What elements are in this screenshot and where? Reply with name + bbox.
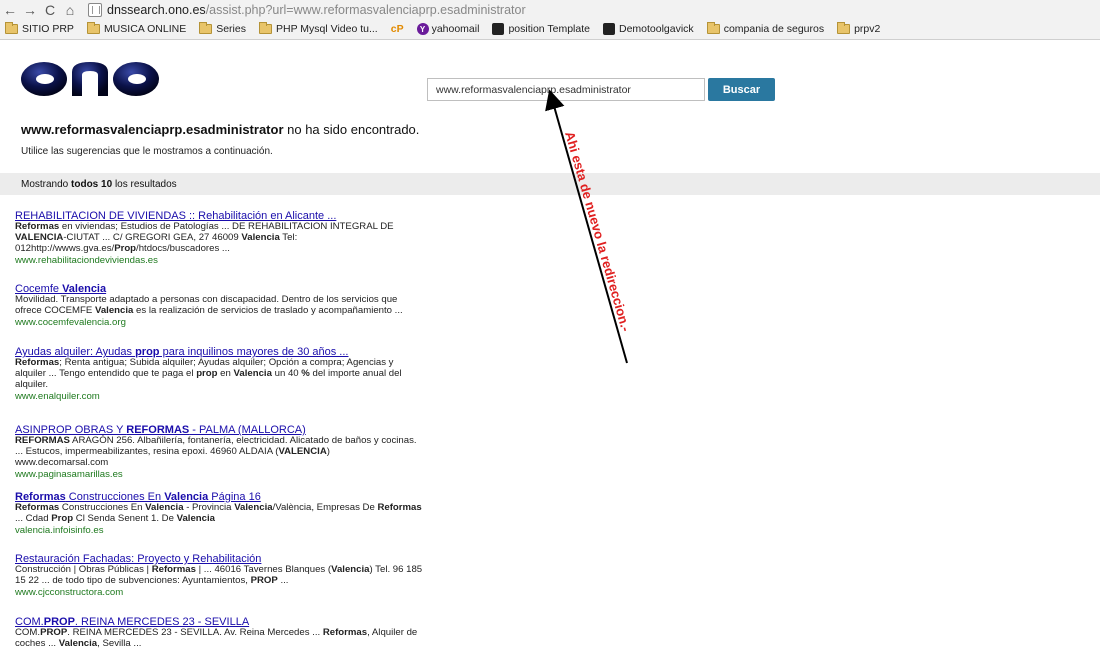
result-url: www.cjcconstructora.com — [15, 586, 124, 598]
result-snippet: Reformas Construcciones En Valencia - Pr… — [15, 502, 422, 524]
browser-toolbar: ← → C ⌂ dnssearch.ono.es/assist.php?url=… — [0, 0, 1100, 19]
bookmark-item[interactable]: compania de seguros — [706, 22, 825, 35]
back-arrow-icon[interactable]: ← — [0, 0, 20, 19]
folder-icon — [86, 22, 100, 34]
folder-icon — [5, 22, 18, 34]
reload-icon[interactable]: C — [40, 0, 60, 19]
bookmark-label: cP — [390, 23, 404, 35]
result-snippet: REFORMAS ARAGÓN 256. Albañilería, fontan… — [15, 435, 417, 468]
result-item: COM.PROP. REINA MERCEDES 23 - SEVILLA COM… — [15, 616, 425, 650]
bookmark-item[interactable]: cP — [391, 23, 404, 35]
result-item: Reformas Construcciones En Valencia Pági… — [15, 491, 425, 536]
annotation-text: Ahi esta de nuevo la redireccion.- — [562, 130, 634, 333]
folder-icon — [706, 22, 720, 34]
result-url: valencia.infoisinfo.es — [15, 524, 104, 536]
folder-icon — [837, 22, 851, 34]
result-snippet: Movilidad. Transporte adaptado a persona… — [15, 294, 403, 316]
bookmark-label: MUSICA ONLINE — [103, 23, 187, 35]
bookmark-item[interactable]: Yyahoomail — [416, 23, 480, 35]
folder-icon — [258, 22, 272, 34]
result-item: Restauración Fachadas: Proyecto y Rehabi… — [15, 553, 425, 598]
bookmark-label: prpv2 — [854, 23, 881, 35]
forward-arrow-icon[interactable]: → — [20, 0, 40, 19]
bookmarks-bar: SITIO PRP MUSICA ONLINE Series PHP Mysql Vi… — [0, 19, 1100, 40]
result-url: www.rehabilitaciondeviviendas.es — [15, 254, 158, 266]
bookmark-item[interactable]: prpv2 — [837, 22, 881, 35]
result-snippet: COM.PROP. REINA MERCEDES 23 - SEVILLA. A… — [15, 627, 418, 649]
bookmark-item[interactable]: MUSICA ONLINE — [86, 22, 187, 35]
bookmark-item[interactable]: Series — [199, 22, 246, 35]
bookmark-item[interactable]: SITIO PRP — [5, 22, 74, 35]
results-count-bar: Mostrando todos 10 los resultados — [0, 173, 1100, 195]
not-found-text: no ha sido encontrado. — [283, 122, 420, 137]
bookmark-item[interactable]: PHP Mysql Video tu... — [258, 22, 378, 35]
not-found-message: www.reformasvalenciaprp.esadministrator … — [21, 122, 419, 137]
page-icon — [88, 2, 102, 17]
not-found-domain: www.reformasvalenciaprp.esadministrator — [21, 122, 284, 137]
bookmark-item[interactable]: Demotoolgavick — [602, 23, 694, 35]
results-count-suffix: los resultados — [114, 178, 177, 190]
result-url: www.cocemfevalencia.org — [15, 316, 126, 328]
bookmark-label: PHP Mysql Video tu... — [275, 23, 378, 35]
bookmark-label: Series — [216, 23, 246, 35]
result-item: Cocemfe Valencia Movilidad. Transporte ad… — [15, 283, 425, 328]
joomla-icon — [492, 23, 505, 35]
yahoo-icon: Y — [416, 23, 429, 35]
url-path: /assist.php?url=www.reformasvalenciaprp.… — [205, 2, 526, 17]
result-item: REHABILITACION DE VIVIENDAS :: Rehabilit… — [15, 210, 425, 266]
search-button[interactable]: Buscar — [708, 78, 775, 101]
suggestion-text: Utilice las sugerencias que le mostramos… — [21, 146, 273, 157]
bookmark-label: SITIO PRP — [22, 23, 74, 35]
ono-logo[interactable] — [20, 58, 160, 100]
bookmark-label: position Template — [508, 23, 590, 35]
bookmark-label: Demotoolgavick — [618, 23, 694, 35]
result-snippet: Reformas; Renta antigua; Subida alquiler… — [15, 357, 402, 390]
result-url: www.paginasamarillas.es — [15, 468, 123, 480]
home-icon[interactable]: ⌂ — [60, 0, 80, 19]
result-url: www.enalquiler.com — [15, 390, 100, 402]
results-count-bold: todos 10 — [71, 178, 113, 190]
result-item: ASINPROP OBRAS Y REFORMAS - PALMA (MALLO… — [15, 424, 425, 480]
bookmark-label: compania de seguros — [723, 23, 825, 35]
annotation-arrow — [545, 89, 628, 364]
url-host: dnssearch.ono.es — [107, 2, 206, 17]
results-count-prefix: Mostrando — [21, 178, 69, 190]
address-bar[interactable]: dnssearch.ono.es/assist.php?url=www.refo… — [88, 0, 1100, 19]
result-snippet: Construcción | Obras Públicas | Reformas… — [15, 564, 423, 586]
search-input[interactable]: www.reformasvalenciaprp.esadministrator — [427, 78, 705, 101]
result-item: Ayudas alquiler: Ayudas prop para inquil… — [15, 346, 425, 402]
bookmark-item[interactable]: position Template — [492, 23, 590, 35]
joomla-icon — [602, 23, 615, 35]
folder-icon — [199, 22, 213, 34]
result-snippet: Reformas en viviendas; Estudios de Patol… — [15, 221, 394, 254]
bookmark-label: yahoomail — [431, 23, 480, 35]
